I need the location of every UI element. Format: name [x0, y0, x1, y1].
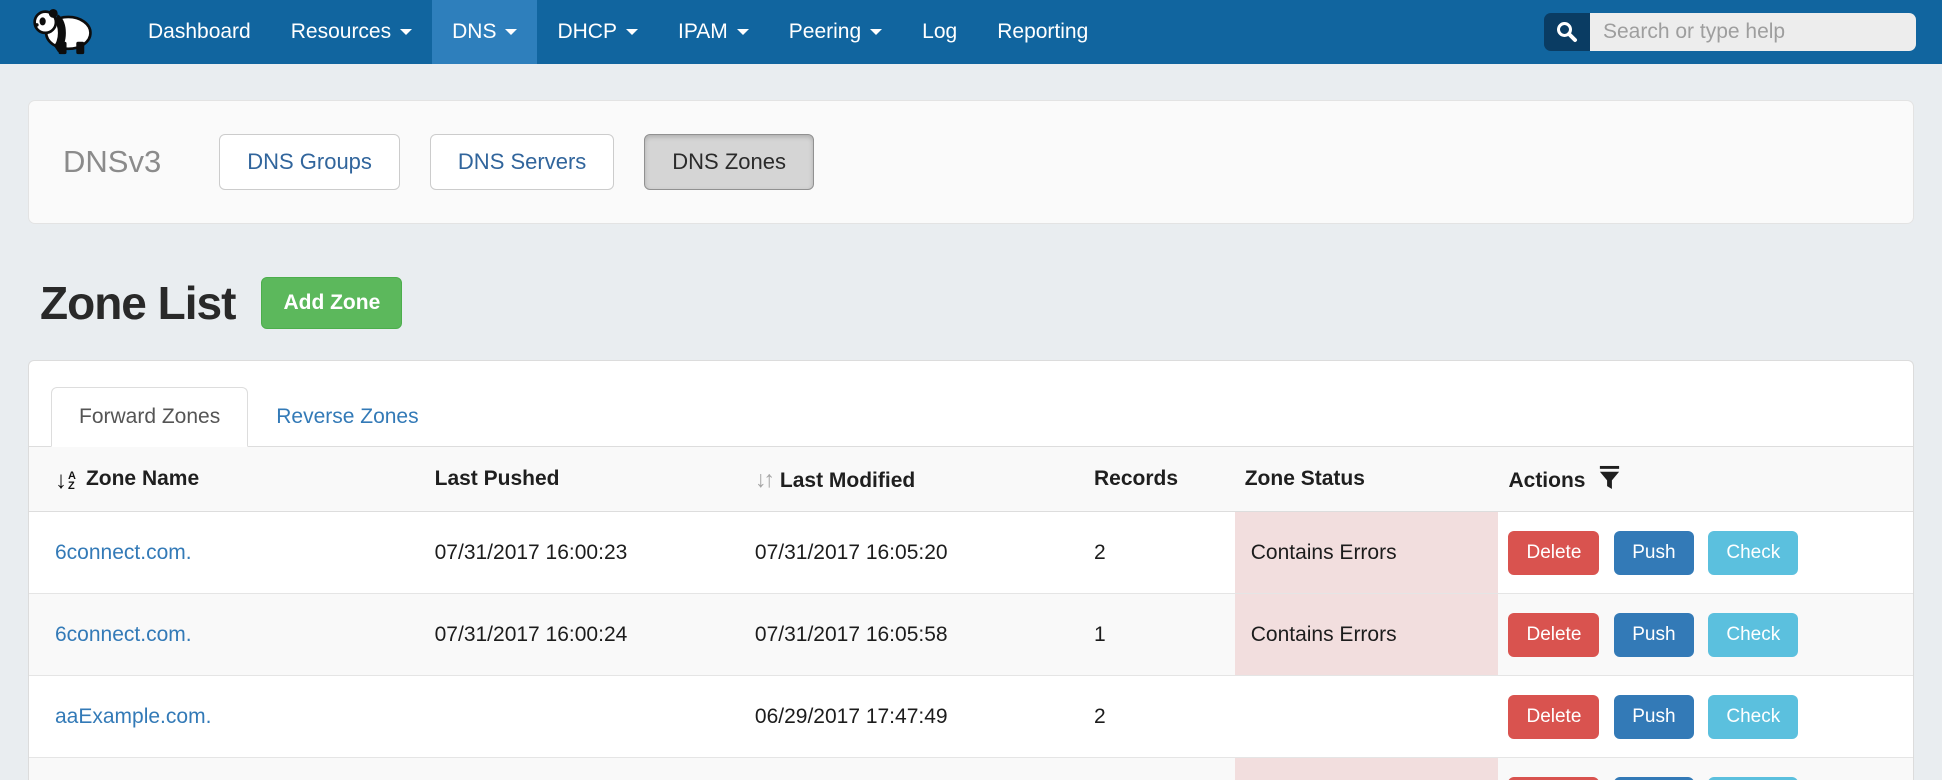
- actions-cell: Delete Push Check: [1498, 758, 1913, 780]
- nav-dhcp[interactable]: DHCP: [537, 0, 658, 64]
- zones-table: ↓AZ Zone Name Last Pushed ↓↑ Last Modified…: [29, 447, 1913, 780]
- col-last-modified: ↓↑ Last Modified: [745, 447, 1084, 512]
- dns-servers-button[interactable]: DNS Servers: [430, 134, 614, 190]
- chevron-down-icon: [870, 29, 882, 35]
- col-zone-status: Zone Status: [1235, 447, 1499, 512]
- filter-icon[interactable]: [1597, 465, 1622, 490]
- push-button[interactable]: Push: [1614, 613, 1693, 657]
- table-row: 6connect.com. 07/31/2017 16:00:23 07/31/…: [29, 512, 1913, 594]
- col-label: Records: [1094, 467, 1178, 490]
- last-modified-cell: [745, 758, 1084, 780]
- table-row: aaExample.com. 06/29/2017 17:47:49 2 Del…: [29, 676, 1913, 758]
- dns-groups-button[interactable]: DNS Groups: [219, 134, 400, 190]
- status-cell: [1235, 676, 1499, 758]
- chevron-down-icon: [505, 29, 517, 35]
- sort-icon[interactable]: ↓↑: [755, 466, 772, 492]
- col-label: Last Modified: [780, 469, 915, 492]
- zone-link[interactable]: 6connect.com.: [55, 541, 192, 564]
- status-badge: Contains Errors: [1235, 594, 1499, 676]
- nav-peering[interactable]: Peering: [769, 0, 902, 64]
- nav-label: DNS: [452, 20, 496, 44]
- add-zone-button[interactable]: Add Zone: [261, 277, 402, 329]
- actions-cell: Delete Push Check: [1498, 512, 1913, 594]
- zone-list-panel: Forward Zones Reverse Zones ↓AZ Zone Name…: [28, 360, 1914, 780]
- delete-button[interactable]: Delete: [1508, 531, 1599, 575]
- nav-dashboard[interactable]: Dashboard: [128, 0, 271, 64]
- dns-section-panel: DNSv3 DNS Groups DNS Servers DNS Zones: [28, 100, 1914, 224]
- actions-cell: Delete Push Check: [1498, 676, 1913, 758]
- last-modified-cell: 06/29/2017 17:47:49: [745, 676, 1084, 758]
- chevron-down-icon: [400, 29, 412, 35]
- push-button[interactable]: Push: [1614, 531, 1693, 575]
- col-label: Zone Status: [1245, 467, 1365, 490]
- nav-label: Resources: [291, 20, 391, 44]
- nav-reporting[interactable]: Reporting: [977, 0, 1108, 64]
- col-actions: Actions: [1498, 447, 1913, 512]
- last-modified-cell: 07/31/2017 16:05:58: [745, 594, 1084, 676]
- col-last-pushed: Last Pushed: [425, 447, 745, 512]
- nav-log[interactable]: Log: [902, 0, 977, 64]
- page-title: Zone List: [40, 276, 235, 330]
- panda-logo-icon[interactable]: [32, 7, 94, 57]
- nav-label: IPAM: [678, 20, 728, 44]
- table-row: Delete Push Check: [29, 758, 1913, 780]
- push-button[interactable]: Push: [1614, 695, 1693, 739]
- section-title: DNSv3: [63, 144, 161, 180]
- zone-link[interactable]: aaExample.com.: [55, 705, 211, 728]
- table-header-row: ↓AZ Zone Name Last Pushed ↓↑ Last Modified…: [29, 447, 1913, 512]
- delete-button[interactable]: Delete: [1508, 695, 1599, 739]
- col-label: Zone Name: [86, 467, 199, 490]
- delete-button[interactable]: Delete: [1508, 613, 1599, 657]
- check-button[interactable]: Check: [1708, 531, 1798, 575]
- chevron-down-icon: [626, 29, 638, 35]
- search-icon[interactable]: [1544, 13, 1590, 51]
- last-modified-cell: 07/31/2017 16:05:20: [745, 512, 1084, 594]
- last-pushed-cell: 07/31/2017 16:00:23: [425, 512, 745, 594]
- search-input[interactable]: [1590, 13, 1916, 51]
- records-cell: 1: [1084, 594, 1235, 676]
- nav-ipam[interactable]: IPAM: [658, 0, 769, 64]
- last-pushed-cell: [425, 676, 745, 758]
- dns-zones-button[interactable]: DNS Zones: [644, 134, 814, 190]
- col-records: Records: [1084, 447, 1235, 512]
- table-row: 6connect.com. 07/31/2017 16:00:24 07/31/…: [29, 594, 1913, 676]
- zone-tabs: Forward Zones Reverse Zones: [29, 387, 1913, 447]
- check-button[interactable]: Check: [1708, 613, 1798, 657]
- check-button[interactable]: Check: [1708, 695, 1798, 739]
- actions-cell: Delete Push Check: [1498, 594, 1913, 676]
- page-header: Zone List Add Zone: [40, 276, 1942, 330]
- tab-forward-zones[interactable]: Forward Zones: [51, 387, 248, 447]
- chevron-down-icon: [737, 29, 749, 35]
- sort-alpha-asc-icon[interactable]: ↓AZ: [55, 471, 76, 491]
- last-pushed-cell: [425, 758, 745, 780]
- top-navbar: Dashboard Resources DNS DHCP IPAM Peerin…: [0, 0, 1942, 64]
- tab-reverse-zones[interactable]: Reverse Zones: [248, 387, 446, 447]
- status-badge: Contains Errors: [1235, 512, 1499, 594]
- search-box: [1544, 13, 1916, 51]
- nav-label: Dashboard: [148, 20, 251, 44]
- col-zone-name: ↓AZ Zone Name: [29, 447, 425, 512]
- nav-dns[interactable]: DNS: [432, 0, 537, 64]
- col-label: Last Pushed: [435, 467, 560, 490]
- last-pushed-cell: 07/31/2017 16:00:24: [425, 594, 745, 676]
- nav-label: Log: [922, 20, 957, 44]
- nav-label: Peering: [789, 20, 861, 44]
- col-label: Actions: [1508, 469, 1585, 492]
- nav-resources[interactable]: Resources: [271, 0, 432, 64]
- records-cell: [1084, 758, 1235, 780]
- zone-link[interactable]: 6connect.com.: [55, 623, 192, 646]
- records-cell: 2: [1084, 512, 1235, 594]
- records-cell: 2: [1084, 676, 1235, 758]
- nav-label: DHCP: [557, 20, 617, 44]
- status-badge: [1235, 758, 1499, 780]
- main-nav: Dashboard Resources DNS DHCP IPAM Peerin…: [128, 0, 1108, 64]
- nav-label: Reporting: [997, 20, 1088, 44]
